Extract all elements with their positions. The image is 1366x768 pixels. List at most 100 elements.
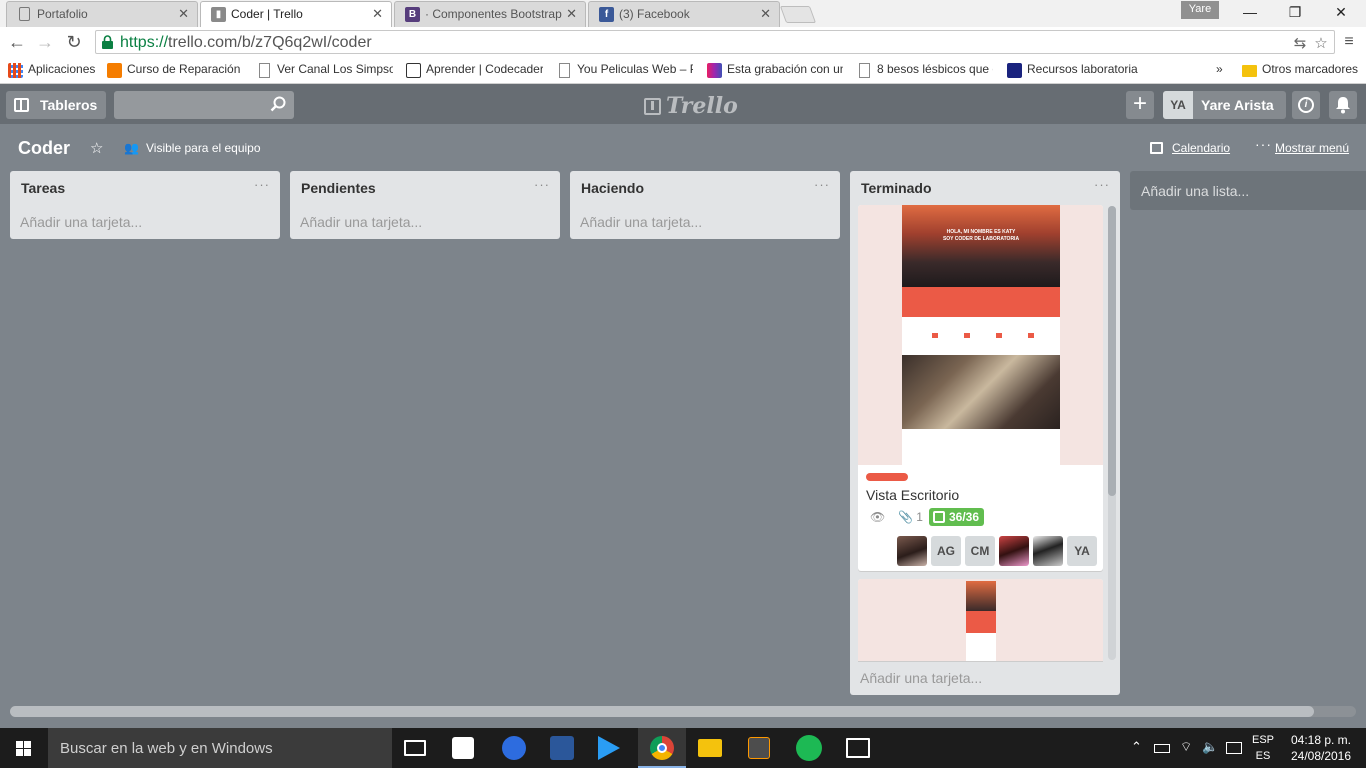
close-icon[interactable]: ✕	[372, 2, 383, 26]
team-icon: 👥	[124, 141, 139, 155]
board-title[interactable]: Coder	[18, 138, 70, 159]
chevron-up-icon[interactable]: ⌃	[1131, 739, 1142, 755]
scrollbar-thumb[interactable]	[1108, 206, 1116, 496]
add-card-button[interactable]: Añadir una tarjeta...	[860, 670, 982, 686]
new-tab-button[interactable]	[779, 6, 817, 23]
notifications-button[interactable]	[1329, 91, 1357, 119]
media-player-icon[interactable]	[598, 736, 620, 760]
start-button[interactable]	[0, 728, 48, 768]
bookmark-item[interactable]: You Peliculas Web – Pe	[557, 62, 693, 80]
close-icon[interactable]: ✕	[566, 2, 577, 26]
add-card-button[interactable]: Añadir una tarjeta...	[300, 214, 422, 230]
forward-icon[interactable]: →	[34, 31, 56, 53]
bookmark-item[interactable]: Recursos laboratoria	[1007, 62, 1147, 80]
reload-icon[interactable]: ↻	[63, 31, 85, 53]
list-menu-icon[interactable]: ···	[814, 177, 830, 192]
member-avatar[interactable]	[897, 536, 927, 566]
store-icon[interactable]	[452, 737, 474, 759]
language-indicator[interactable]: ESP ES	[1250, 732, 1276, 764]
trello-icon: ▮	[211, 7, 226, 22]
photos-icon[interactable]	[846, 738, 870, 758]
tab-facebook[interactable]: f (3) Facebook ✕	[588, 1, 780, 27]
list-pendientes: Pendientes ··· Añadir una tarjeta...	[290, 171, 560, 239]
add-card-button[interactable]: Añadir una tarjeta...	[20, 214, 142, 230]
tab-bootstrap[interactable]: B · Componentes Bootstrap ✕	[394, 1, 586, 27]
task-view-icon[interactable]	[404, 740, 426, 756]
clock[interactable]: 04:18 p. m. 24/08/2016	[1286, 732, 1356, 764]
other-bookmarks[interactable]: Otros marcadores	[1242, 62, 1362, 80]
tab-portafolio[interactable]: Portafolio ✕	[6, 1, 198, 27]
spotify-icon[interactable]	[796, 735, 822, 761]
wifi-icon[interactable]: ⌔	[1180, 739, 1192, 755]
close-icon[interactable]: ✕	[760, 2, 771, 26]
board-scrollbar[interactable]	[10, 706, 1356, 717]
member-avatar[interactable]: AG	[931, 536, 961, 566]
member-avatar[interactable]: YA	[1067, 536, 1097, 566]
profile-chip[interactable]: Yare	[1181, 1, 1219, 19]
list-menu-icon[interactable]: ···	[254, 177, 270, 192]
card-preview[interactable]	[858, 579, 1103, 661]
chrome-taskbar-button[interactable]	[638, 728, 686, 768]
notifications-icon[interactable]	[1226, 742, 1242, 754]
list-title[interactable]: Pendientes	[301, 180, 376, 196]
paperclip-icon: 📎	[898, 510, 913, 524]
show-menu-link[interactable]: ··· Mostrar menú	[1255, 136, 1349, 155]
menu-icon[interactable]: ≡	[1338, 31, 1360, 53]
translate-icon[interactable]: ⇆	[1291, 34, 1309, 52]
file-explorer-icon[interactable]	[698, 739, 722, 757]
member-avatar[interactable]: CM	[965, 536, 995, 566]
list-title[interactable]: Terminado	[861, 180, 932, 196]
word-icon[interactable]	[550, 736, 574, 760]
page-icon	[19, 7, 30, 21]
compass-app-icon[interactable]	[502, 736, 526, 760]
url-input[interactable]: https://trello.com/b/z7Q6q2wI/coder ⇆ ☆	[95, 30, 1335, 54]
add-card-button[interactable]: Añadir una tarjeta...	[580, 214, 702, 230]
list-menu-icon[interactable]: ···	[534, 177, 550, 192]
facebook-icon: f	[599, 7, 614, 22]
list-title[interactable]: Tareas	[21, 180, 65, 196]
more-bookmarks-icon[interactable]: »	[1216, 62, 1230, 80]
member-avatar[interactable]	[1033, 536, 1063, 566]
board-header: Coder ☆ 👥 Visible para el equipo Calenda…	[0, 124, 1366, 168]
address-bar-row: ← → ↻ https://trello.com/b/z7Q6q2wI/code…	[0, 27, 1366, 57]
battery-icon[interactable]	[1154, 744, 1170, 753]
member-avatar[interactable]	[999, 536, 1029, 566]
star-icon[interactable]: ☆	[90, 139, 103, 157]
user-menu-button[interactable]: YA Yare Arista	[1163, 91, 1286, 119]
calendar-link[interactable]: Calendario	[1150, 141, 1230, 155]
restore-icon[interactable]: ❐	[1272, 0, 1318, 24]
search-icon	[270, 96, 286, 112]
visibility-button[interactable]: 👥 Visible para el equipo	[124, 141, 261, 155]
search-input[interactable]	[114, 91, 294, 119]
taskbar-search-input[interactable]: Buscar en la web y en Windows	[48, 728, 392, 768]
list-menu-icon[interactable]: ···	[1094, 177, 1110, 192]
back-icon[interactable]: ←	[6, 31, 28, 53]
add-button[interactable]: +	[1126, 91, 1154, 119]
codecademy-icon	[406, 63, 421, 78]
bookmark-item[interactable]: Curso de Reparación d	[107, 62, 243, 80]
scrollbar-thumb[interactable]	[10, 706, 1314, 717]
close-icon[interactable]: ✕	[178, 2, 189, 26]
boards-button[interactable]: Tableros	[6, 91, 106, 119]
trello-logo[interactable]: Trello	[644, 93, 738, 119]
code-icon	[1007, 63, 1022, 78]
tab-trello[interactable]: ▮ Coder | Trello ✕	[200, 1, 392, 28]
list-scrollbar[interactable]	[1108, 206, 1116, 660]
minimize-icon[interactable]: —	[1227, 0, 1273, 24]
add-list-button[interactable]: Añadir una lista...	[1130, 171, 1366, 210]
star-icon[interactable]: ☆	[1312, 34, 1330, 52]
eye-icon: 👁	[870, 510, 886, 524]
bookmark-item[interactable]: Aprender | Codecader	[406, 62, 543, 80]
info-button[interactable]: i	[1292, 91, 1320, 119]
sublime-text-icon[interactable]	[748, 737, 770, 759]
list-title[interactable]: Haciendo	[581, 180, 644, 196]
close-window-icon[interactable]: ✕	[1318, 0, 1364, 24]
bookmark-apps[interactable]: Aplicaciones	[8, 62, 96, 80]
website-preview-image	[966, 581, 996, 661]
bookmark-item[interactable]: Ver Canal Los Simpsor	[257, 62, 393, 80]
card-vista-escritorio[interactable]: HOLA, MI NOMBRE ES KATY SOY CODER DE LAB…	[858, 205, 1103, 571]
volume-icon[interactable]: 🔈	[1202, 739, 1218, 755]
bookmark-item[interactable]: Esta grabación con un	[707, 62, 843, 80]
bookmark-item[interactable]: 8 besos lésbicos que c	[857, 62, 993, 80]
page-icon	[859, 63, 870, 78]
